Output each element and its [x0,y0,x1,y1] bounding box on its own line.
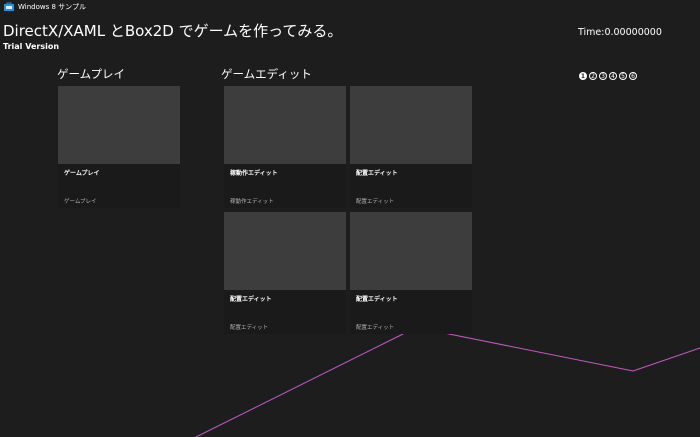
tile-image [224,212,346,290]
page-dot-2[interactable]: 2 [589,72,597,80]
tile-title: 配置エディット [230,296,272,303]
app-store-icon [4,2,14,11]
window-title: Windows 8 サンプル [18,3,86,11]
group-header-gameplay[interactable]: ゲームプレイ [57,66,125,82]
tile-subtitle: 配置エディット [356,325,395,331]
tile-subtitle: 稼動作エディット [230,199,274,205]
tile-subtitle: ゲームプレイ [64,199,97,205]
page-dot-3[interactable]: 3 [599,72,607,80]
tile-placement-edit[interactable]: 配置エディット 配置エディット [224,212,346,334]
tile-placement-edit[interactable]: 配置エディット 配置エディット [350,86,472,208]
tile-subtitle: 配置エディット [230,325,269,331]
window-titlebar: Windows 8 サンプル [0,0,700,14]
page-dot-1[interactable]: 1 [579,72,587,80]
time-readout: Time:0.00000000 [578,27,662,38]
page-dot-4[interactable]: 4 [609,72,617,80]
page-indicator: 1 2 3 4 5 6 [579,72,637,80]
tile-title: 配置エディット [356,170,398,177]
trial-version-label: Trial Version [3,42,60,51]
page-title: DirectX/XAML とBox2D でゲームを作ってみる。 [3,22,343,40]
decorative-line-left [195,332,406,437]
decorative-line-right [443,332,700,372]
tile-title: 配置エディット [356,296,398,303]
tile-gameplay[interactable]: ゲームプレイ ゲームプレイ [58,86,180,208]
tile-image [224,86,346,164]
tile-subtitle: 配置エディット [356,199,395,205]
tile-image [58,86,180,164]
page-dot-6[interactable]: 6 [629,72,637,80]
tile-image [350,86,472,164]
tile-title: 稼動作エディット [230,170,278,177]
page-dot-5[interactable]: 5 [619,72,627,80]
group-header-game-edit[interactable]: ゲームエディット [221,66,312,82]
tile-placement-edit[interactable]: 配置エディット 配置エディット [350,212,472,334]
tile-motion-edit[interactable]: 稼動作エディット 稼動作エディット [224,86,346,208]
tile-title: ゲームプレイ [64,170,100,177]
tile-image [350,212,472,290]
